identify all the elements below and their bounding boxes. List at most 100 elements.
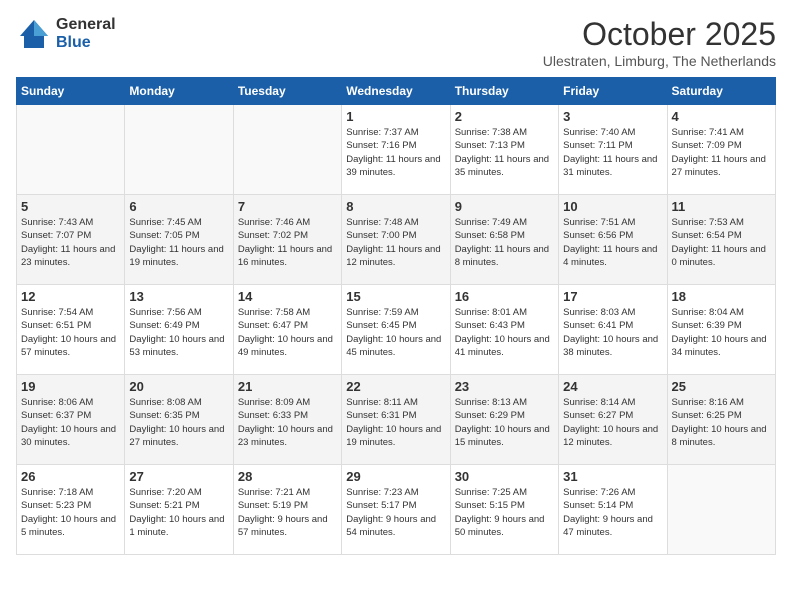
calendar-day-cell: 4Sunrise: 7:41 AM Sunset: 7:09 PM Daylig… [667,105,775,195]
day-number: 29 [346,469,445,484]
weekday-header: Monday [125,78,233,105]
weekday-header: Friday [559,78,667,105]
calendar-day-cell: 17 Sunrise: 8:03 AM Sunset: 6:41 PM Dayli… [559,285,667,375]
day-number: 2 [455,109,554,124]
calendar-day-cell: 21Sunrise: 8:09 AM Sunset: 6:33 PM Dayli… [233,375,341,465]
calendar-day-cell [233,105,341,195]
day-number: 5 [21,199,120,214]
location-title: Ulestraten, Limburg, The Netherlands [543,53,776,69]
day-number: 24 [563,379,662,394]
day-number: 6 [129,199,228,214]
day-number: 16 [455,289,554,304]
day-info: Sunrise: 7:18 AM Sunset: 5:23 PM Dayligh… [21,486,120,539]
day-info: Sunrise: 7:43 AM Sunset: 7:07 PM Dayligh… [21,216,120,269]
calendar-day-cell: 18 Sunrise: 8:04 AM Sunset: 6:39 PM Dayli… [667,285,775,375]
day-info: Sunrise: 7:21 AM Sunset: 5:19 PM Dayligh… [238,486,337,539]
calendar-table: SundayMondayTuesdayWednesdayThursdayFrid… [16,77,776,555]
day-number: 17 [563,289,662,304]
day-info: Sunrise: 7:26 AM Sunset: 5:14 PM Dayligh… [563,486,662,539]
day-info: Sunrise: 7:58 AM Sunset: 6:47 PM Dayligh… [238,306,337,359]
day-info: Sunrise: 8:16 AM Sunset: 6:25 PM Dayligh… [672,396,771,449]
day-number: 1 [346,109,445,124]
day-info: Sunrise: 7:40 AM Sunset: 7:11 PM Dayligh… [563,126,662,179]
weekday-header: Sunday [17,78,125,105]
calendar-day-cell: 1 Sunrise: 7:37 AM Sunset: 7:16 PM Daylig… [342,105,450,195]
day-number: 30 [455,469,554,484]
day-info: Sunrise: 7:53 AM Sunset: 6:54 PM Dayligh… [672,216,771,269]
day-info: Sunrise: 7:46 AM Sunset: 7:02 PM Dayligh… [238,216,337,269]
calendar-day-cell: 10 Sunrise: 7:51 AM Sunset: 6:56 PM Dayli… [559,195,667,285]
day-info: Sunrise: 7:48 AM Sunset: 7:00 PM Dayligh… [346,216,445,269]
day-info: Sunrise: 7:54 AM Sunset: 6:51 PM Dayligh… [21,306,120,359]
calendar-day-cell: 11Sunrise: 7:53 AM Sunset: 6:54 PM Dayli… [667,195,775,285]
day-number: 28 [238,469,337,484]
calendar-day-cell: 24Sunrise: 8:14 AM Sunset: 6:27 PM Dayli… [559,375,667,465]
calendar-day-cell: 30Sunrise: 7:25 AM Sunset: 5:15 PM Dayli… [450,465,558,555]
calendar-day-cell [17,105,125,195]
day-number: 23 [455,379,554,394]
day-info: Sunrise: 8:11 AM Sunset: 6:31 PM Dayligh… [346,396,445,449]
calendar-day-cell [667,465,775,555]
day-number: 19 [21,379,120,394]
day-info: Sunrise: 8:01 AM Sunset: 6:43 PM Dayligh… [455,306,554,359]
calendar-week-row: 5 Sunrise: 7:43 AM Sunset: 7:07 PM Daylig… [17,195,776,285]
day-info: Sunrise: 8:13 AM Sunset: 6:29 PM Dayligh… [455,396,554,449]
day-info: Sunrise: 7:59 AM Sunset: 6:45 PM Dayligh… [346,306,445,359]
calendar-week-row: 19 Sunrise: 8:06 AM Sunset: 6:37 PM Dayli… [17,375,776,465]
calendar-day-cell: 9Sunrise: 7:49 AM Sunset: 6:58 PM Daylig… [450,195,558,285]
calendar-day-cell: 27 Sunrise: 7:20 AM Sunset: 5:21 PM Dayli… [125,465,233,555]
day-number: 10 [563,199,662,214]
day-number: 27 [129,469,228,484]
logo-icon [16,16,52,52]
day-info: Sunrise: 7:45 AM Sunset: 7:05 PM Dayligh… [129,216,228,269]
calendar-day-cell [125,105,233,195]
day-number: 25 [672,379,771,394]
day-info: Sunrise: 7:51 AM Sunset: 6:56 PM Dayligh… [563,216,662,269]
calendar-day-cell: 31 Sunrise: 7:26 AM Sunset: 5:14 PM Dayli… [559,465,667,555]
calendar-day-cell: 8Sunrise: 7:48 AM Sunset: 7:00 PM Daylig… [342,195,450,285]
day-info: Sunrise: 7:20 AM Sunset: 5:21 PM Dayligh… [129,486,228,539]
day-info: Sunrise: 8:06 AM Sunset: 6:37 PM Dayligh… [21,396,120,449]
calendar-day-cell: 2 Sunrise: 7:38 AM Sunset: 7:13 PM Daylig… [450,105,558,195]
day-info: Sunrise: 7:56 AM Sunset: 6:49 PM Dayligh… [129,306,228,359]
day-info: Sunrise: 7:38 AM Sunset: 7:13 PM Dayligh… [455,126,554,179]
day-number: 31 [563,469,662,484]
weekday-header: Saturday [667,78,775,105]
day-info: Sunrise: 8:09 AM Sunset: 6:33 PM Dayligh… [238,396,337,449]
calendar-day-cell: 19 Sunrise: 8:06 AM Sunset: 6:37 PM Dayli… [17,375,125,465]
logo-blue: Blue [56,34,91,51]
calendar-day-cell: 22 Sunrise: 8:11 AM Sunset: 6:31 PM Dayli… [342,375,450,465]
weekday-header: Wednesday [342,78,450,105]
day-number: 22 [346,379,445,394]
day-number: 18 [672,289,771,304]
calendar-day-cell: 16 Sunrise: 8:01 AM Sunset: 6:43 PM Dayli… [450,285,558,375]
calendar-day-cell: 28 Sunrise: 7:21 AM Sunset: 5:19 PM Dayli… [233,465,341,555]
day-info: Sunrise: 8:04 AM Sunset: 6:39 PM Dayligh… [672,306,771,359]
title-block: October 2025 Ulestraten, Limburg, The Ne… [543,16,776,69]
calendar-day-cell: 14Sunrise: 7:58 AM Sunset: 6:47 PM Dayli… [233,285,341,375]
logo: General Blue [16,16,116,52]
page-header: General Blue October 2025 Ulestraten, Li… [16,16,776,69]
calendar-day-cell: 29 Sunrise: 7:23 AM Sunset: 5:17 PM Dayli… [342,465,450,555]
calendar-day-cell: 20Sunrise: 8:08 AM Sunset: 6:35 PM Dayli… [125,375,233,465]
calendar-week-row: 26Sunrise: 7:18 AM Sunset: 5:23 PM Dayli… [17,465,776,555]
calendar-day-cell: 12 Sunrise: 7:54 AM Sunset: 6:51 PM Dayli… [17,285,125,375]
weekday-header: Thursday [450,78,558,105]
day-number: 9 [455,199,554,214]
weekday-header: Tuesday [233,78,341,105]
calendar-day-cell: 5 Sunrise: 7:43 AM Sunset: 7:07 PM Daylig… [17,195,125,285]
day-number: 12 [21,289,120,304]
day-number: 15 [346,289,445,304]
logo-general: General [56,16,116,33]
day-info: Sunrise: 7:23 AM Sunset: 5:17 PM Dayligh… [346,486,445,539]
day-number: 3 [563,109,662,124]
calendar-week-row: 12 Sunrise: 7:54 AM Sunset: 6:51 PM Dayli… [17,285,776,375]
calendar-day-cell: 15 Sunrise: 7:59 AM Sunset: 6:45 PM Dayli… [342,285,450,375]
day-number: 13 [129,289,228,304]
calendar-day-cell: 23 Sunrise: 8:13 AM Sunset: 6:29 PM Dayli… [450,375,558,465]
day-info: Sunrise: 7:37 AM Sunset: 7:16 PM Dayligh… [346,126,445,179]
calendar-day-cell: 13 Sunrise: 7:56 AM Sunset: 6:49 PM Dayli… [125,285,233,375]
day-info: Sunrise: 8:03 AM Sunset: 6:41 PM Dayligh… [563,306,662,359]
day-info: Sunrise: 8:08 AM Sunset: 6:35 PM Dayligh… [129,396,228,449]
calendar-day-cell: 7Sunrise: 7:46 AM Sunset: 7:02 PM Daylig… [233,195,341,285]
